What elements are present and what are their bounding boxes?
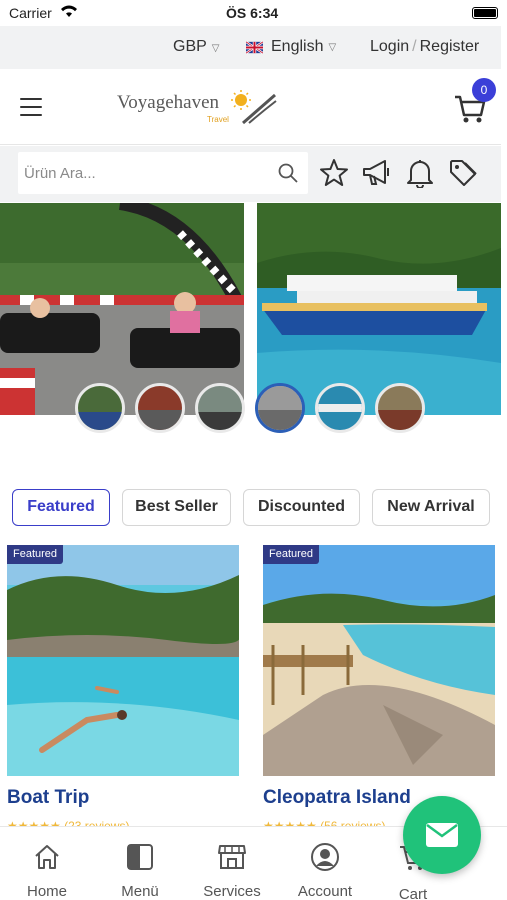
tag-icon[interactable] [448, 158, 478, 188]
wifi-icon [61, 5, 77, 17]
carrier-label: Carrier [9, 5, 52, 21]
auth-separator: / [412, 38, 417, 55]
language-label: English [271, 38, 324, 55]
brand-name: Voyagehaven [117, 92, 220, 113]
auth-links: Login / Register [370, 38, 479, 56]
envelope-icon [426, 823, 458, 847]
clock: ÖS 6:34 [226, 5, 279, 21]
uk-flag-icon [246, 40, 263, 54]
register-link[interactable]: Register [420, 38, 480, 55]
carousel-thumb-2[interactable] [135, 383, 185, 433]
currency-selector[interactable]: GBP ▽ [173, 38, 220, 56]
product-image[interactable]: Featured [263, 545, 495, 776]
search-box [18, 152, 308, 194]
store-icon [218, 845, 246, 869]
product-card[interactable]: Featured Boat Trip ★★★★★ (23 reviews) [7, 545, 239, 833]
banner-boat[interactable] [257, 203, 501, 415]
app-header: Voyagehaven Travel [0, 69, 501, 145]
carousel-thumb-1[interactable] [75, 383, 125, 433]
contact-fab-button[interactable] [403, 796, 481, 874]
tab-new-arrival[interactable]: New Arrival [372, 489, 490, 526]
nav-services[interactable]: Services [192, 841, 272, 900]
carousel-thumb-5[interactable] [315, 383, 365, 433]
brand-subtitle: Travel [207, 115, 229, 124]
login-link[interactable]: Login [370, 38, 409, 55]
filter-tabs: Featured Best Seller Discounted New Arri… [0, 489, 507, 527]
home-icon [35, 845, 59, 869]
chevron-down-icon: ▽ [211, 43, 220, 54]
carousel-thumb-6[interactable] [375, 383, 425, 433]
top-bar: GBP ▽ English ▽ Login / Register [0, 26, 501, 69]
sun-road-logo-icon [231, 90, 277, 125]
carousel-thumb-4[interactable] [255, 383, 305, 433]
nav-home[interactable]: Home [7, 841, 87, 900]
nav-account[interactable]: Account [285, 841, 365, 900]
hamburger-menu-button[interactable] [20, 98, 42, 116]
language-selector[interactable]: English ▽ [246, 38, 336, 56]
nav-label: Account [297, 883, 353, 900]
product-image[interactable]: Featured [7, 545, 239, 776]
megaphone-icon[interactable] [361, 158, 393, 188]
nav-label: Cart [398, 886, 428, 900]
battery-icon [472, 7, 498, 19]
nav-label: Menü [121, 883, 159, 900]
chevron-down-icon: ▽ [328, 41, 337, 53]
carousel-thumb-3[interactable] [195, 383, 245, 433]
nav-label: Services [203, 883, 261, 900]
tab-best-seller[interactable]: Best Seller [122, 489, 231, 526]
go-kart-photo [0, 203, 244, 415]
nav-menu[interactable]: Menü [100, 841, 180, 900]
tab-discounted[interactable]: Discounted [243, 489, 360, 526]
menu-panel-icon [127, 844, 153, 870]
star-icon[interactable] [319, 158, 349, 188]
product-title[interactable]: Cleopatra Island [263, 787, 411, 809]
featured-badge: Featured [263, 545, 320, 564]
tab-featured[interactable]: Featured [12, 489, 110, 526]
currency-label: GBP [173, 38, 207, 55]
nav-label: Home [26, 883, 67, 900]
account-icon [311, 843, 339, 871]
product-title[interactable]: Boat Trip [7, 787, 89, 809]
search-row [0, 146, 501, 202]
product-card[interactable]: Featured Cleopatra Island ★★★★★ (56 revi… [263, 545, 495, 833]
cart-count-badge: 0 [472, 78, 496, 102]
featured-badge: Featured [7, 545, 64, 564]
brand-logo[interactable]: Voyagehaven Travel [117, 89, 277, 129]
search-input[interactable] [24, 152, 274, 194]
boat-photo [257, 203, 501, 415]
search-icon[interactable] [278, 163, 298, 183]
status-bar: Carrier ÖS 6:34 [0, 0, 507, 26]
banner-go-kart[interactable] [0, 203, 244, 415]
bell-icon[interactable] [405, 158, 435, 188]
